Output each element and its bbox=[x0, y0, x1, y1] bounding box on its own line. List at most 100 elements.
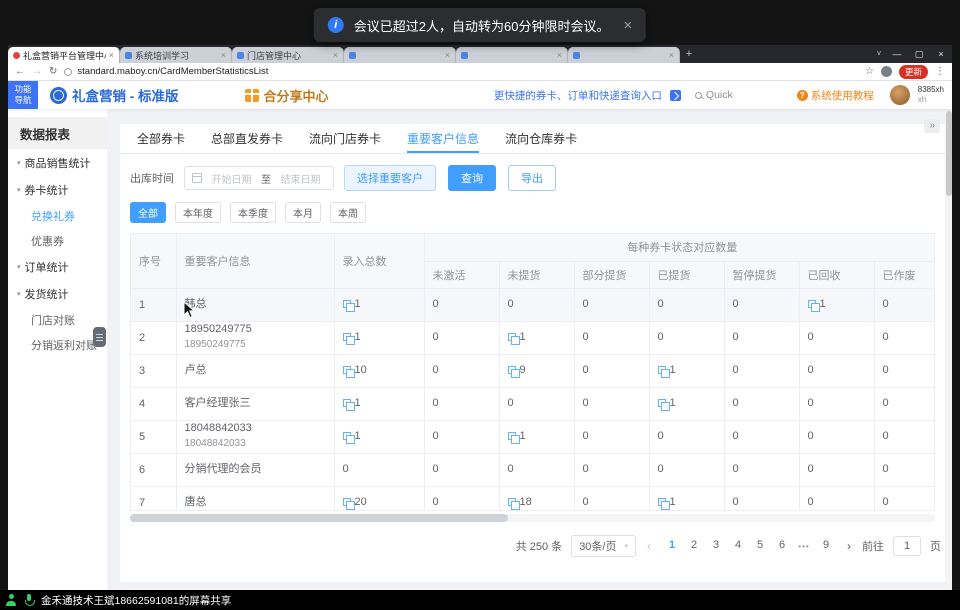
status-cell: 0 bbox=[799, 387, 874, 420]
sidebar-item[interactable]: ▾券卡统计 bbox=[8, 176, 107, 203]
sidebar-item[interactable]: 兑换礼券 bbox=[8, 203, 107, 228]
tab-favicon-icon bbox=[461, 52, 468, 59]
close-icon[interactable]: × bbox=[623, 17, 632, 34]
quick-filter-chip[interactable]: 本周 bbox=[330, 202, 366, 223]
status-count: 0 bbox=[433, 332, 439, 344]
microphone-icon[interactable] bbox=[24, 594, 34, 607]
forward-button[interactable]: → bbox=[32, 66, 42, 77]
quick-entry-link[interactable]: 更快捷的券卡、订单和快递查询入口 bbox=[494, 88, 662, 103]
minimize-button[interactable]: — bbox=[886, 45, 908, 63]
tab-search-icon[interactable]: ˅ bbox=[872, 45, 886, 63]
sidebar-item[interactable]: 优惠券 bbox=[8, 228, 107, 253]
quick-filter-chip[interactable]: 本季度 bbox=[230, 202, 276, 223]
content-tab[interactable]: 流向门店券卡 bbox=[296, 124, 394, 153]
box-icon[interactable] bbox=[343, 366, 351, 374]
pager-page[interactable]: 3 bbox=[706, 539, 726, 554]
content-tab[interactable]: 重要客户信息 bbox=[394, 124, 492, 153]
maximize-button[interactable]: ▢ bbox=[908, 45, 930, 63]
next-page-button[interactable]: › bbox=[845, 539, 853, 553]
box-icon[interactable] bbox=[343, 432, 351, 440]
browser-update-button[interactable]: 更新 bbox=[899, 65, 928, 79]
pager-page[interactable]: 2 bbox=[684, 539, 704, 554]
box-icon[interactable] bbox=[808, 300, 816, 308]
box-icon[interactable] bbox=[658, 366, 666, 374]
site-info-icon[interactable] bbox=[64, 68, 72, 76]
box-icon[interactable] bbox=[343, 399, 351, 407]
box-icon[interactable] bbox=[508, 366, 516, 374]
sidebar-item[interactable]: 门店对账 bbox=[8, 307, 107, 332]
horizontal-scrollbar[interactable] bbox=[130, 514, 935, 522]
status-cell: 1 bbox=[499, 321, 574, 354]
quick-filter-chip[interactable]: 本年度 bbox=[175, 202, 221, 223]
browser-tab[interactable]: × bbox=[344, 47, 456, 63]
quick-filter-chip[interactable]: 全部 bbox=[130, 202, 166, 223]
page-size-select[interactable]: 30条/页 ▾ bbox=[571, 535, 636, 557]
sidebar-item[interactable]: ▾商品销售统计 bbox=[8, 149, 107, 176]
pager-page[interactable]: 5 bbox=[750, 539, 770, 554]
tab-close-icon[interactable]: × bbox=[221, 50, 226, 60]
tab-close-icon[interactable]: × bbox=[333, 50, 338, 60]
box-icon[interactable] bbox=[343, 498, 351, 506]
reload-button[interactable]: ↻ bbox=[49, 66, 57, 77]
goto-page-input[interactable] bbox=[893, 536, 921, 556]
tab-close-icon[interactable]: × bbox=[445, 50, 450, 60]
content-tab[interactable]: 流向仓库券卡 bbox=[492, 124, 590, 153]
box-icon[interactable] bbox=[508, 333, 516, 341]
address-bar[interactable]: standard.maboy.cn/CardMemberStatisticsLi… bbox=[64, 65, 874, 79]
profile-icon[interactable] bbox=[881, 66, 892, 77]
share-center-link[interactable]: 合分享中心 bbox=[245, 86, 329, 105]
main-content: 全部券卡总部直发券卡流向门店券卡重要客户信息流向仓库券卡 出库时间 开始日期 至… bbox=[107, 109, 952, 590]
status-cell: 0 bbox=[799, 321, 874, 354]
status-cell: 0 bbox=[799, 453, 874, 486]
tab-close-icon[interactable]: × bbox=[557, 50, 562, 60]
status-count: 0 bbox=[583, 398, 589, 410]
browser-tab[interactable]: × bbox=[568, 47, 680, 63]
browser-tab[interactable]: 礼盒营销平台管理中心× bbox=[8, 47, 120, 63]
vscrollbar-thumb[interactable] bbox=[946, 111, 952, 196]
function-nav-button[interactable]: 功能 导航 bbox=[8, 81, 38, 109]
sidebar-item[interactable]: ▾订单统计 bbox=[8, 253, 107, 280]
sidebar-item[interactable]: ▾发货统计 bbox=[8, 280, 107, 307]
status-count: 0 bbox=[508, 398, 514, 410]
box-icon[interactable] bbox=[508, 498, 516, 506]
box-icon[interactable] bbox=[508, 432, 516, 440]
export-button[interactable]: 导出 bbox=[508, 165, 556, 191]
vertical-scrollbar[interactable] bbox=[946, 109, 952, 590]
new-tab-button[interactable]: + bbox=[680, 45, 698, 63]
quick-entry-icon[interactable] bbox=[670, 90, 681, 101]
window-close-button[interactable]: × bbox=[930, 45, 952, 63]
box-icon[interactable] bbox=[658, 399, 666, 407]
box-icon[interactable] bbox=[343, 333, 351, 341]
prev-page-button[interactable]: ‹ bbox=[645, 539, 653, 553]
status-cell: 0 bbox=[424, 387, 499, 420]
bookmark-star-icon[interactable]: ☆ bbox=[865, 66, 874, 77]
pager-page[interactable]: 1 bbox=[662, 539, 682, 554]
sidebar-collapse-handle[interactable] bbox=[93, 327, 106, 347]
quick-search[interactable]: Quick bbox=[695, 89, 733, 101]
quick-filter-chip[interactable]: 本月 bbox=[285, 202, 321, 223]
browser-tab[interactable]: × bbox=[456, 47, 568, 63]
content-tab[interactable]: 总部直发券卡 bbox=[198, 124, 296, 153]
browser-tab[interactable]: 系统培训学习× bbox=[120, 47, 232, 63]
box-icon[interactable] bbox=[658, 498, 666, 506]
menu-dots-icon[interactable]: ⋮ bbox=[935, 66, 945, 77]
table-row: 4客户经理张三10001000 bbox=[131, 387, 935, 420]
pager-page[interactable]: 6 bbox=[772, 539, 792, 554]
date-range-input[interactable]: 开始日期 至 结束日期 bbox=[184, 166, 334, 190]
browser-tab[interactable]: 门店管理中心× bbox=[232, 47, 344, 63]
panel-collapse-button[interactable]: » bbox=[924, 119, 940, 133]
status-count: 0 bbox=[808, 464, 814, 476]
box-icon[interactable] bbox=[343, 300, 351, 308]
tab-close-icon[interactable]: × bbox=[669, 50, 674, 60]
pager-page[interactable]: 9 bbox=[816, 539, 836, 554]
hscrollbar-thumb[interactable] bbox=[130, 514, 508, 522]
select-customer-button[interactable]: 选择重要客户 bbox=[344, 165, 436, 191]
tutorial-link[interactable]: ? 系统使用教程 bbox=[797, 88, 874, 103]
search-button[interactable]: 查询 bbox=[448, 165, 496, 191]
back-button[interactable]: ← bbox=[15, 66, 25, 77]
participants-icon[interactable] bbox=[5, 594, 17, 607]
avatar[interactable] bbox=[890, 85, 910, 105]
content-tab[interactable]: 全部券卡 bbox=[124, 124, 198, 153]
tab-close-icon[interactable]: × bbox=[109, 50, 114, 60]
pager-page[interactable]: 4 bbox=[728, 539, 748, 554]
